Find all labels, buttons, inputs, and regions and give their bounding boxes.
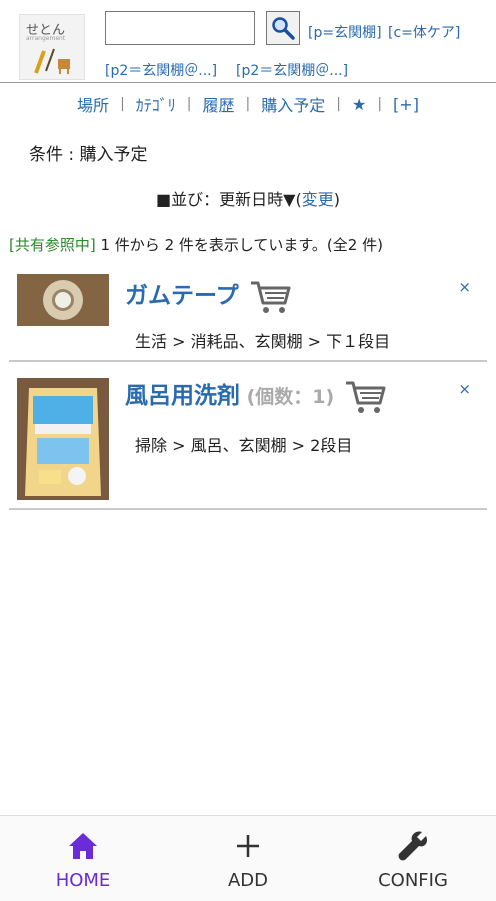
plus-icon (237, 835, 259, 857)
nav-add[interactable]: [+] (393, 95, 419, 114)
sort-prefix: ■並び：更新日時▼( (156, 190, 302, 209)
item-quantity: (個数：1) (240, 386, 335, 408)
bottom-tab-bar: HOME ADD CONFIG (0, 815, 496, 901)
result-count: [共有参照中] 1 件から 2 件を表示しています。(全2 件) (9, 234, 383, 255)
wrench-icon (398, 831, 428, 861)
list-item[interactable]: 風呂用洗剤 (個数：1) 掃除 > 風呂、玄関棚 > 2段目 × (9, 362, 487, 510)
cart-icon[interactable] (344, 379, 386, 415)
nav-separator: | (336, 96, 341, 112)
logo-illustration-icon (34, 48, 70, 74)
home-icon (69, 833, 97, 859)
item-title[interactable]: 風呂用洗剤 (個数：1) (125, 376, 386, 415)
item-name[interactable]: 風呂用洗剤 (125, 383, 240, 409)
header: せとん arrangement [p=玄関棚] [c=体ケア] [p2＝玄関棚＠… (0, 0, 496, 83)
cart-icon[interactable] (249, 279, 291, 315)
item-location-path: 生活 > 消耗品、玄関棚 > 下１段目 (135, 332, 391, 351)
search-input[interactable] (105, 11, 255, 45)
nav-separator: | (377, 96, 383, 112)
nav-category[interactable]: ｶﾃｺﾞﾘ (136, 92, 176, 116)
nav-bar: 場所 | ｶﾃｺﾞﾘ | 履歴 | 購入予定 | ★ | [+] (0, 86, 496, 122)
quick-link-place[interactable]: [p=玄関棚] (308, 22, 382, 42)
sort-change-link[interactable]: 変更 (302, 190, 334, 209)
nav-separator: | (186, 96, 192, 112)
logo-subtext: arrangement (26, 35, 66, 42)
shared-badge: [共有参照中] (9, 236, 96, 254)
search-button[interactable] (266, 11, 300, 45)
count-text: 1 件から 2 件を表示しています。(全2 件) (95, 236, 383, 254)
nav-favorites[interactable]: ★ (352, 95, 366, 114)
nav-separator: | (120, 96, 125, 112)
delete-button[interactable]: × (458, 380, 471, 398)
list-item[interactable]: ガムテープ 生活 > 消耗品、玄関棚 > 下１段目 × (9, 262, 487, 362)
tab-config[interactable]: CONFIG (343, 828, 483, 891)
item-thumbnail (17, 378, 109, 500)
quick-link-place2-a[interactable]: [p2＝玄関棚＠...] (105, 60, 217, 80)
item-thumbnail (17, 274, 109, 326)
app-logo[interactable]: せとん arrangement (19, 14, 85, 80)
search-icon (272, 17, 295, 40)
tab-label: HOME (55, 870, 111, 891)
item-name[interactable]: ガムテープ (125, 283, 239, 309)
nav-history[interactable]: 履歴 (203, 92, 235, 116)
condition-text: 条件 : 購入予定 (29, 145, 148, 165)
tab-label: ADD (227, 870, 269, 891)
item-location-path: 掃除 > 風呂、玄関棚 > 2段目 (135, 436, 353, 455)
quick-link-category[interactable]: [c=体ケア] (388, 22, 460, 42)
tab-label: CONFIG (378, 870, 448, 891)
sort-line: ■並び：更新日時▼(変更) (0, 186, 496, 210)
nav-separator: | (245, 96, 251, 112)
item-title[interactable]: ガムテープ (125, 276, 291, 315)
tab-home[interactable]: HOME (13, 828, 153, 891)
nav-place[interactable]: 場所 (77, 92, 109, 116)
nav-purchase-plan[interactable]: 購入予定 (261, 92, 325, 116)
quick-link-place2-b[interactable]: [p2＝玄関棚＠...] (236, 60, 348, 80)
tab-add[interactable]: ADD (178, 828, 318, 891)
sort-suffix: ) (333, 190, 340, 209)
delete-button[interactable]: × (458, 278, 471, 296)
